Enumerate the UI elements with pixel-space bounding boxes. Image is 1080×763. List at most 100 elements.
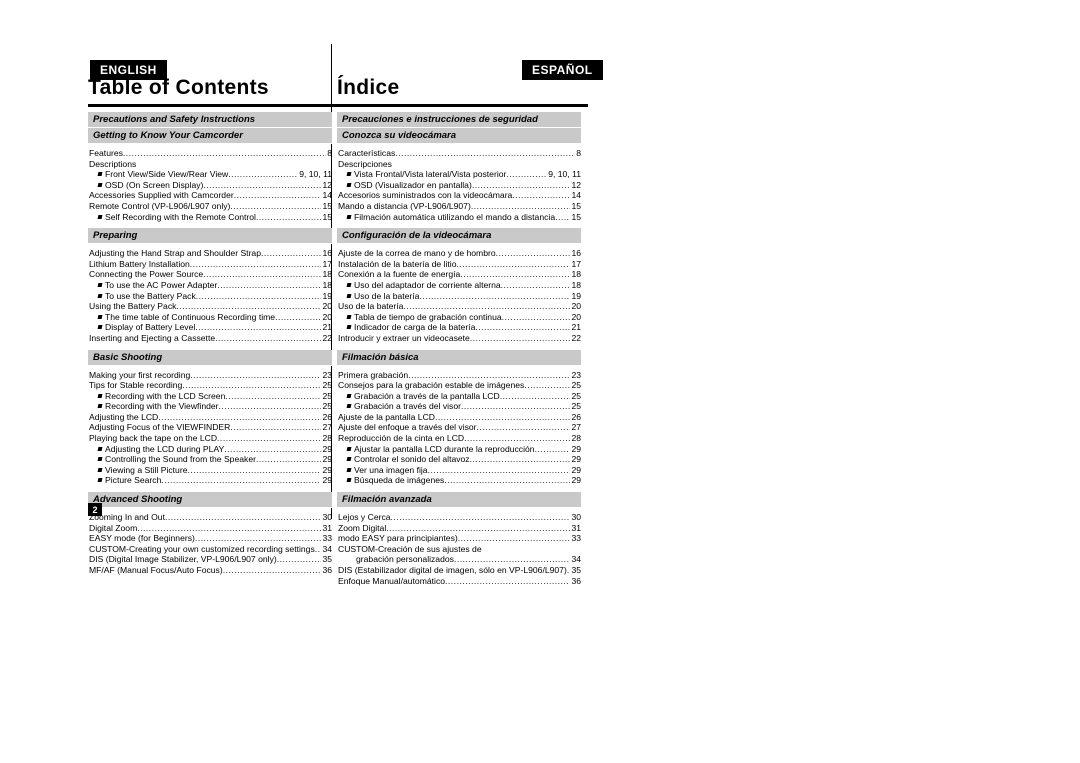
toc-entry-title: Filmación automática utilizando el mando… <box>354 211 556 222</box>
toc-entry[interactable]: Adjusting the LCD.......................… <box>89 412 332 423</box>
toc-entry[interactable]: Features................................… <box>89 148 332 159</box>
toc-entry-text[interactable]: Descripciones <box>338 159 581 170</box>
toc-entry-label: Mando a distancia (VP-L906/L907) <box>338 201 471 212</box>
toc-entry[interactable]: Enfoque Manual/automático...............… <box>338 576 581 587</box>
toc-entry[interactable]: Uso de la batería.......................… <box>338 301 581 312</box>
toc-entry[interactable]: Uso de la batería.......................… <box>338 291 581 302</box>
toc-entry[interactable]: To use the Battery Pack.................… <box>89 291 332 302</box>
toc-entry[interactable]: Mando a distancia (VP-L906/L907)........… <box>338 201 581 212</box>
leader-dots: ........................................… <box>255 454 322 465</box>
toc-entry[interactable]: Picture Search..........................… <box>89 475 332 486</box>
toc-entry[interactable]: To use the AC Power Adapter.............… <box>89 280 332 291</box>
toc-entry[interactable]: Características.........................… <box>338 148 581 159</box>
toc-entry-title: Grabación a través del visor <box>354 401 461 412</box>
toc-entry[interactable]: Instalación de la batería de litio......… <box>338 259 581 270</box>
toc-entry[interactable]: Introducir y extraer un videocasete.....… <box>338 333 581 344</box>
toc-entry[interactable]: Connecting the Power Source.............… <box>89 269 332 280</box>
section-header-precautions[interactable]: Precautions and Safety Instructions <box>88 112 332 128</box>
toc-entry[interactable]: Uso del adaptador de corriente alterna..… <box>338 280 581 291</box>
toc-entry[interactable]: grabación personalizados................… <box>338 554 581 565</box>
section-header[interactable]: Preparing <box>88 228 332 245</box>
toc-entry[interactable]: Conexión a la fuente de energía.........… <box>338 269 581 280</box>
toc-entry[interactable]: Remote Control (VP-L906/L907 only)......… <box>89 201 332 212</box>
toc-entry[interactable]: Grabación a través de la pantalla LCD...… <box>338 391 581 402</box>
toc-entry[interactable]: Adjusting Focus of the VIEWFINDER.......… <box>89 422 332 433</box>
toc-entry[interactable]: Filmación automática utilizando el mando… <box>338 212 581 223</box>
toc-entry[interactable]: Display of Battery Level................… <box>89 322 332 333</box>
toc-entry-page: 29 <box>571 454 581 465</box>
toc-entry[interactable]: Viewing a Still Picture.................… <box>89 465 332 476</box>
toc-entry[interactable]: Búsqueda de imágenes....................… <box>338 475 581 486</box>
toc-entry-title: Accessories Supplied with Camcorder <box>89 190 234 201</box>
toc-entry-label: Instalación de la batería de litio <box>338 259 456 270</box>
toc-entry[interactable]: DIS (Digital Image Stabilizer, VP-L906/L… <box>89 554 332 565</box>
toc-entry-text[interactable]: CUSTOM-Creación de sus ajustes de <box>338 544 581 555</box>
toc-entry[interactable]: Lejos y Cerca...........................… <box>338 512 581 523</box>
toc-entry[interactable]: Recording with the LCD Screen...........… <box>89 391 332 402</box>
toc-entry[interactable]: Tips for Stable recording...............… <box>89 380 332 391</box>
toc-entry-page: 23 <box>571 369 581 380</box>
leader-dots: ........................................… <box>203 179 321 190</box>
section-header-precautions[interactable]: Precauciones e instrucciones de segurida… <box>337 112 581 128</box>
toc-entry[interactable]: Ver una imagen fija.....................… <box>338 465 581 476</box>
toc-entry[interactable]: Reproducción de la cinta en LCD.........… <box>338 433 581 444</box>
section-header[interactable]: Advanced Shooting <box>88 492 332 509</box>
section-header[interactable]: Filmación avanzada <box>337 492 581 509</box>
toc-entry[interactable]: Ajuste de la correa de mano y de hombro.… <box>338 248 581 259</box>
toc-entry-label: Connecting the Power Source <box>89 269 203 280</box>
toc-entry[interactable]: DIS (Estabilizador digital de imagen, só… <box>338 565 581 576</box>
toc-entry[interactable]: Self Recording with the Remote Control..… <box>89 212 332 223</box>
toc-entry[interactable]: CUSTOM-Creating your own customized reco… <box>89 544 332 555</box>
toc-entry-page: 28 <box>571 433 581 444</box>
leader-dots: ........................................… <box>390 512 571 523</box>
toc-entry[interactable]: Digital Zoom............................… <box>89 523 332 534</box>
section-header[interactable]: Getting to Know Your Camcorder <box>88 128 332 144</box>
toc-entry[interactable]: Adjusting the LCD during PLAY...........… <box>89 444 332 455</box>
section-header[interactable]: Conozca su videocámara <box>337 128 581 144</box>
leader-dots: ........................................… <box>427 464 571 475</box>
toc-entry[interactable]: Accessories Supplied with Camcorder.....… <box>89 190 332 201</box>
section-header[interactable]: Basic Shooting <box>88 349 332 366</box>
toc-entry-label: Tips for Stable recording <box>89 380 182 391</box>
toc-entry[interactable]: The time table of Continuous Recording t… <box>89 312 332 323</box>
toc-entry[interactable]: Accesorios suministrados con la videocám… <box>338 190 581 201</box>
toc-entry-label: Enfoque Manual/automático <box>338 576 445 587</box>
square-bullet-icon <box>97 325 103 330</box>
toc-entry[interactable]: Lithium Battery Installation............… <box>89 259 332 270</box>
toc-entry[interactable]: Ajuste del enfoque a través del visor...… <box>338 422 581 433</box>
toc-entry[interactable]: Controlling the Sound from the Speaker..… <box>89 454 332 465</box>
toc-entry[interactable]: Primera grabación.......................… <box>338 370 581 381</box>
toc-entry[interactable]: OSD (On Screen Display).................… <box>89 180 332 191</box>
section-header[interactable]: Filmación básica <box>337 349 581 366</box>
toc-entry[interactable]: Adjusting the Hand Strap and Shoulder St… <box>89 248 332 259</box>
toc-entry[interactable]: modo EASY para principiantes)...........… <box>338 533 581 544</box>
toc-entry-text[interactable]: Descriptions <box>89 159 332 170</box>
toc-entry[interactable]: Vista Frontal/Vista lateral/Vista poster… <box>338 169 581 180</box>
toc-entry[interactable]: Consejos para la grabación estable de im… <box>338 380 581 391</box>
toc-entry[interactable]: Tabla de tiempo de grabación continua...… <box>338 312 581 323</box>
toc-entry-page: 29 <box>322 443 332 454</box>
toc-entry-page: 35 <box>322 554 332 565</box>
toc-entry[interactable]: Front View/Side View/Rear View..........… <box>89 169 332 180</box>
toc-entry[interactable]: OSD (Visualizador en pantalla)..........… <box>338 180 581 191</box>
leader-dots: ........................................… <box>190 369 322 380</box>
toc-entry[interactable]: Using the Battery Pack..................… <box>89 301 332 312</box>
section-header[interactable]: Configuración de la videocámara <box>337 228 581 245</box>
toc-entry[interactable]: Making your first recording.............… <box>89 370 332 381</box>
toc-entry-label: To use the AC Power Adapter <box>97 280 217 291</box>
toc-entry[interactable]: Indicador de carga de la batería........… <box>338 322 581 333</box>
square-bullet-icon <box>346 478 352 483</box>
toc-entry[interactable]: Playing back the tape on the LCD........… <box>89 433 332 444</box>
toc-entry[interactable]: Zooming In and Out......................… <box>89 512 332 523</box>
toc-entry[interactable]: Recording with the Viewfinder...........… <box>89 401 332 412</box>
toc-entry[interactable]: Ajustar la pantalla LCD durante la repro… <box>338 444 581 455</box>
toc-entry[interactable]: Grabación a través del visor............… <box>338 401 581 412</box>
toc-entry-label: Uso de la batería <box>346 291 419 302</box>
toc-entry[interactable]: EASY mode (for Beginners)...............… <box>89 533 332 544</box>
toc-entry[interactable]: Controlar el sonido del altavoz.........… <box>338 454 581 465</box>
toc-entry[interactable]: Zoom Digital............................… <box>338 523 581 534</box>
toc-entry[interactable]: MF/AF (Manual Focus/Auto Focus).........… <box>89 565 332 576</box>
toc-entry-title: Uso de la batería <box>338 301 404 312</box>
toc-entry[interactable]: Ajuste de la pantalla LCD...............… <box>338 412 581 423</box>
toc-entry[interactable]: Inserting and Ejecting a Cassette.......… <box>89 333 332 344</box>
